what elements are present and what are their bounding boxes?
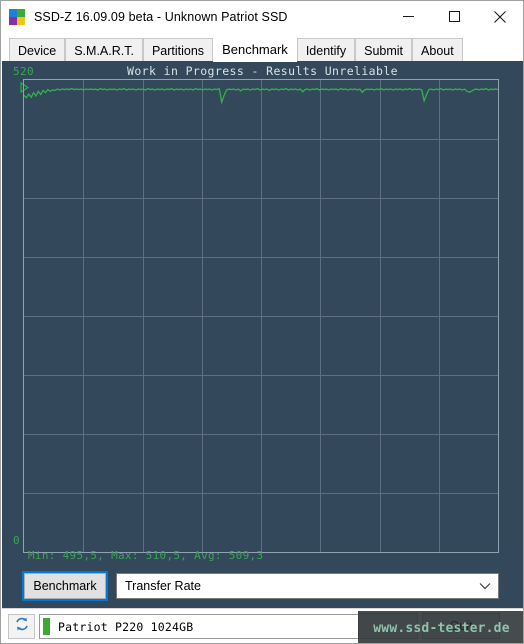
logo-quadrant-purple <box>9 16 17 25</box>
close-icon[interactable] <box>477 1 523 32</box>
tab-device[interactable]: Device <box>9 38 66 62</box>
benchmark-mode-select[interactable]: Transfer Rate <box>116 573 499 599</box>
ssd-z-window: SSD-Z 16.09.09 beta - Unknown Patriot SS… <box>0 0 524 644</box>
minimize-icon[interactable] <box>385 1 431 32</box>
tab-partitions[interactable]: Partitions <box>142 38 214 62</box>
window-title: SSD-Z 16.09.09 beta - Unknown Patriot SS… <box>34 9 288 24</box>
tab-identify[interactable]: Identify <box>296 38 356 62</box>
logo-quadrant-green <box>17 8 25 17</box>
refresh-icon <box>14 616 30 637</box>
ssdz-logo-icon <box>9 8 25 25</box>
y-axis-min-label: 0 <box>13 534 21 547</box>
benchmark-panel: Work in Progress - Results Unreliable 52… <box>2 61 523 608</box>
refresh-button[interactable] <box>8 614 35 639</box>
benchmark-controls: Benchmark Transfer Rate <box>2 569 523 607</box>
current-value-marker-icon <box>13 82 29 93</box>
title-bar: SSD-Z 16.09.09 beta - Unknown Patriot SS… <box>1 1 523 32</box>
quit-button[interactable]: Quit <box>422 613 500 639</box>
status-bar: Patriot P220 1024GB Quit <box>2 608 523 643</box>
benchmark-stats: Min: 495,5, Max: 510,5, Avg: 509,3 <box>28 549 264 562</box>
device-selector[interactable]: Patriot P220 1024GB <box>39 614 371 639</box>
logo-quadrant-yellow <box>17 16 25 25</box>
benchmark-plot <box>23 79 499 553</box>
benchmark-mode-value: Transfer Rate <box>125 579 201 593</box>
y-axis-max-label: 520 <box>13 65 35 78</box>
tab-about[interactable]: About <box>412 38 463 62</box>
tab-submit[interactable]: Submit <box>355 38 413 62</box>
tab-benchmark[interactable]: Benchmark <box>213 35 297 62</box>
benchmark-run-button[interactable]: Benchmark <box>24 573 106 599</box>
device-name: Patriot P220 1024GB <box>58 619 194 634</box>
tab-bar: Device S.M.A.R.T. Partitions Benchmark I… <box>1 32 523 62</box>
window-controls <box>385 1 523 32</box>
transfer-rate-chart <box>24 80 498 552</box>
maximize-icon[interactable] <box>431 1 477 32</box>
secondary-button[interactable] <box>358 613 418 639</box>
benchmark-banner: Work in Progress - Results Unreliable <box>127 64 398 78</box>
logo-quadrant-blue <box>9 8 17 17</box>
health-indicator <box>43 618 50 635</box>
chevron-down-icon[interactable] <box>472 582 498 590</box>
tab-smart[interactable]: S.M.A.R.T. <box>65 38 143 62</box>
